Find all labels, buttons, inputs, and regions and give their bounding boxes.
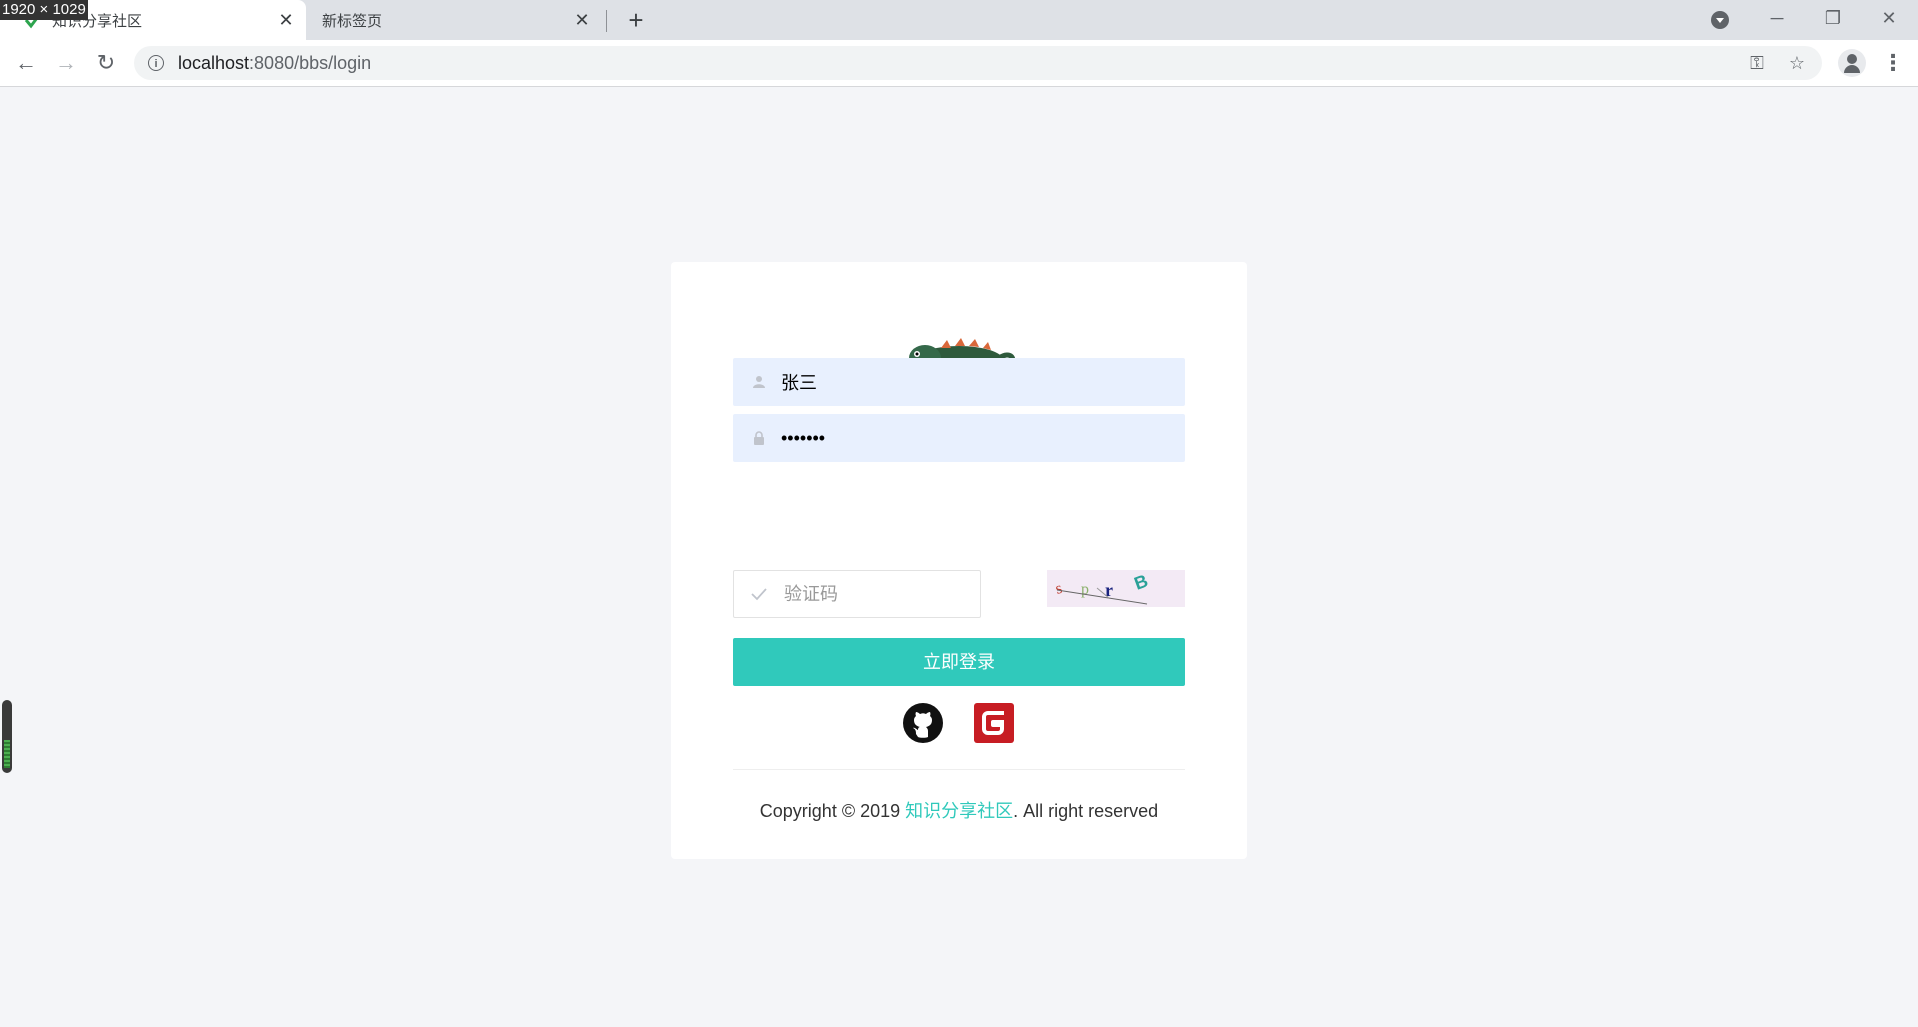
screen-size-badge: 1920 × 1029 [0, 0, 88, 20]
login-card: 张三 ••••••• s p r B 立即登录 Copyright © 2019… [671, 262, 1247, 859]
browser-toolbar: ← → ↻ i localhost:8080/bbs/login ⚿ ☆ ⋮ [0, 40, 1918, 87]
svg-text:r: r [1105, 580, 1113, 600]
tab-inactive[interactable]: 新标签页 ✕ [306, 0, 602, 40]
tab-title: 新标签页 [322, 12, 383, 30]
more-menu-icon[interactable]: ⋮ [1882, 49, 1904, 77]
back-arrow-icon[interactable]: ← [12, 49, 40, 77]
captcha-input[interactable] [782, 582, 966, 606]
user-icon [753, 376, 765, 388]
close-window-button[interactable]: ✕ [1866, 4, 1912, 32]
username-value: 张三 [781, 373, 817, 393]
info-icon[interactable]: i [148, 55, 164, 71]
captcha-input-field[interactable] [733, 570, 981, 618]
copyright-prefix: Copyright © 2019 [759, 801, 906, 821]
tab-close-icon[interactable]: ✕ [568, 10, 596, 31]
lock-icon [754, 431, 764, 445]
url-host: localhost [178, 52, 250, 73]
new-tab-button[interactable]: + [622, 6, 650, 34]
minimize-button[interactable]: ─ [1754, 4, 1800, 32]
brand-link[interactable]: 知识分享社区 [905, 801, 1013, 821]
reload-icon[interactable]: ↻ [92, 49, 120, 77]
copyright-suffix: . All right reserved [1013, 801, 1159, 821]
login-button[interactable]: 立即登录 [733, 638, 1185, 686]
password-value: ••••••• [781, 427, 826, 448]
gitee-icon[interactable] [974, 703, 1014, 743]
svg-text:p: p [1081, 581, 1089, 598]
omnibox-actions: ⚿ ☆ [1744, 46, 1810, 80]
username-field[interactable]: 张三 [733, 358, 1185, 406]
profile-avatar-icon[interactable] [1838, 49, 1866, 77]
password-field[interactable]: ••••••• [733, 414, 1185, 462]
tab-search-icon[interactable] [1711, 11, 1729, 29]
captcha-image[interactable]: s p r B [1047, 570, 1185, 607]
restore-button[interactable]: ❐ [1810, 4, 1856, 32]
url-path: :8080/bbs/login [249, 52, 372, 73]
divider [733, 769, 1185, 770]
star-icon[interactable]: ☆ [1784, 50, 1810, 76]
tab-close-icon[interactable]: ✕ [272, 10, 300, 31]
browser-tab-bar: 1920 × 1029 知识分享社区 ✕ 新标签页 ✕ + ─ ❐ ✕ [0, 0, 1918, 40]
tab-separator [606, 10, 607, 32]
check-icon [751, 588, 767, 601]
key-icon[interactable]: ⚿ [1744, 50, 1770, 76]
side-widget[interactable] [2, 700, 12, 773]
address-bar[interactable]: i localhost:8080/bbs/login ⚿ ☆ [134, 46, 1822, 80]
copyright-text: Copyright © 2019 知识分享社区. All right reser… [671, 797, 1247, 823]
github-icon[interactable] [903, 703, 943, 743]
forward-arrow-icon[interactable]: → [52, 49, 80, 77]
